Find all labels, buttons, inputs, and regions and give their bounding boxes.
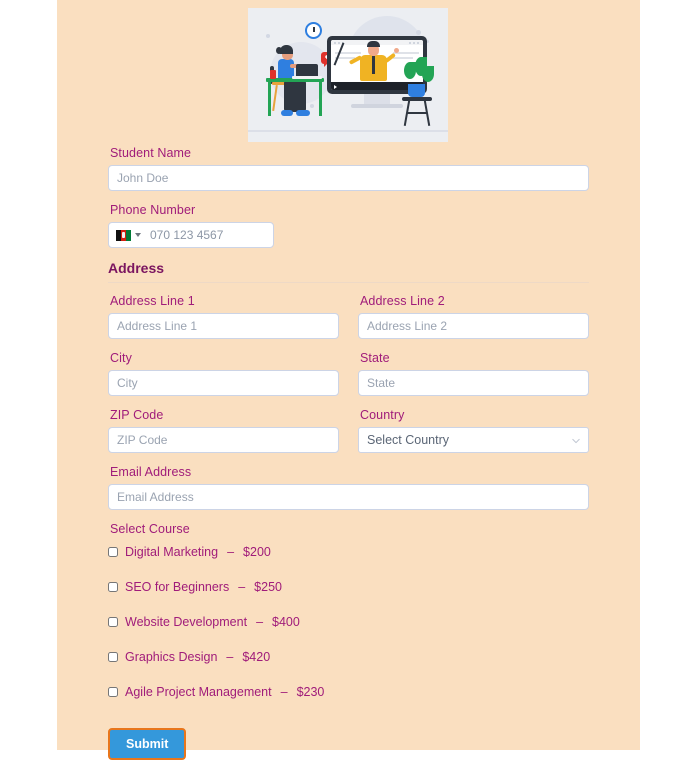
zip-code-input[interactable] <box>108 427 339 453</box>
address-line-2-label: Address Line 2 <box>360 294 445 308</box>
email-label: Email Address <box>110 465 192 479</box>
course-selection-group: Select Course Digital Marketing – $200 S… <box>108 522 589 699</box>
decorative-dot <box>416 30 421 35</box>
course-price: $200 <box>243 545 271 559</box>
course-price: $230 <box>296 685 325 699</box>
play-icon <box>334 84 337 89</box>
address-section-title: Address <box>108 260 589 283</box>
country-select-wrapper: Select Country <box>358 427 589 453</box>
course-name: Digital Marketing <box>125 545 219 559</box>
course-option-agile-project-management[interactable]: Agile Project Management – $230 <box>108 685 589 699</box>
country-group: Country Select Country <box>358 408 589 453</box>
select-course-label: Select Course <box>110 522 190 536</box>
address-line-1-group: Address Line 1 <box>108 294 339 339</box>
teacher-hair <box>367 41 380 47</box>
phone-input-wrapper[interactable] <box>108 222 274 248</box>
student-shoe <box>296 110 310 116</box>
state-group: State <box>358 351 589 396</box>
teacher-hand <box>394 48 399 53</box>
city-group: City <box>108 351 339 396</box>
afghanistan-flag-icon[interactable] <box>116 229 131 241</box>
text-line <box>393 57 413 59</box>
form-panel: Student Name Phone Number Address Addres… <box>57 0 640 760</box>
student-hair-bun <box>276 47 282 54</box>
course-name: Website Development <box>125 615 248 629</box>
course-separator: – <box>238 580 246 594</box>
course-price: $420 <box>242 650 271 664</box>
zip-code-label: ZIP Code <box>110 408 164 422</box>
chevron-down-icon[interactable] <box>135 233 141 237</box>
course-option-graphics-design[interactable]: Graphics Design – $420 <box>108 650 589 664</box>
address-line-1-label: Address Line 1 <box>110 294 195 308</box>
country-label: Country <box>360 408 405 422</box>
course-option-digital-marketing[interactable]: Digital Marketing – $200 <box>108 545 589 559</box>
decorative-dot <box>266 34 270 38</box>
desk-leg <box>268 82 271 116</box>
laptop-base <box>292 76 322 79</box>
zip-country-row: ZIP Code Country Select Country <box>108 408 589 453</box>
course-checkbox[interactable] <box>108 617 118 627</box>
chair-leg <box>272 84 278 112</box>
submit-button[interactable]: Submit <box>108 728 187 760</box>
zip-code-group: ZIP Code <box>108 408 339 453</box>
course-option-seo-for-beginners[interactable]: SEO for Beginners – $250 <box>108 580 589 594</box>
course-separator: – <box>227 545 235 559</box>
course-price: $250 <box>254 580 282 594</box>
student-name-label: Student Name <box>110 146 192 160</box>
state-input[interactable] <box>358 370 589 396</box>
plant-pot <box>408 84 425 97</box>
course-name: Agile Project Management <box>125 685 272 699</box>
floor-line <box>248 130 448 132</box>
desk-leg <box>319 82 322 116</box>
stool-seat <box>402 97 432 101</box>
country-select[interactable]: Select Country <box>358 427 589 453</box>
course-name: Graphics Design <box>125 650 218 664</box>
decorative-dot <box>310 104 314 108</box>
address-line-2-input[interactable] <box>358 313 589 339</box>
course-separator: – <box>280 685 288 699</box>
address-line-2-group: Address Line 2 <box>358 294 589 339</box>
address-line-1-input[interactable] <box>108 313 339 339</box>
course-checkbox[interactable] <box>108 547 118 557</box>
course-option-website-development[interactable]: Website Development – $400 <box>108 615 589 629</box>
course-price: $400 <box>272 615 300 629</box>
course-separator: – <box>226 650 234 664</box>
course-checkbox[interactable] <box>108 687 118 697</box>
student-shoe <box>281 110 293 116</box>
student-name-group: Student Name <box>108 146 589 191</box>
course-checkbox[interactable] <box>108 652 118 662</box>
email-field[interactable] <box>108 484 589 510</box>
page-root: Student Name Phone Number Address Addres… <box>0 0 697 760</box>
plant-leaf <box>422 66 434 82</box>
teacher-tie <box>372 56 375 74</box>
monitor-base <box>351 104 403 108</box>
monitor-stand <box>364 94 390 104</box>
course-checkbox[interactable] <box>108 582 118 592</box>
course-separator: – <box>256 615 264 629</box>
email-group: Email Address <box>108 465 589 510</box>
hero-illustration <box>248 8 448 142</box>
city-label: City <box>110 351 132 365</box>
address-lines-row: Address Line 1 Address Line 2 <box>108 294 589 339</box>
state-label: State <box>360 351 390 365</box>
student-name-input[interactable] <box>108 165 589 191</box>
phone-number-group: Phone Number <box>108 203 589 248</box>
cup <box>270 70 276 79</box>
clock-icon <box>305 22 322 39</box>
phone-number-label: Phone Number <box>110 203 196 217</box>
student-legs <box>284 80 306 112</box>
registration-form: Student Name Phone Number Address Addres… <box>108 146 589 760</box>
city-input[interactable] <box>108 370 339 396</box>
phone-number-input[interactable] <box>148 227 266 243</box>
stool-crossbar <box>407 112 427 114</box>
city-state-row: City State <box>108 351 589 396</box>
course-name: SEO for Beginners <box>125 580 230 594</box>
